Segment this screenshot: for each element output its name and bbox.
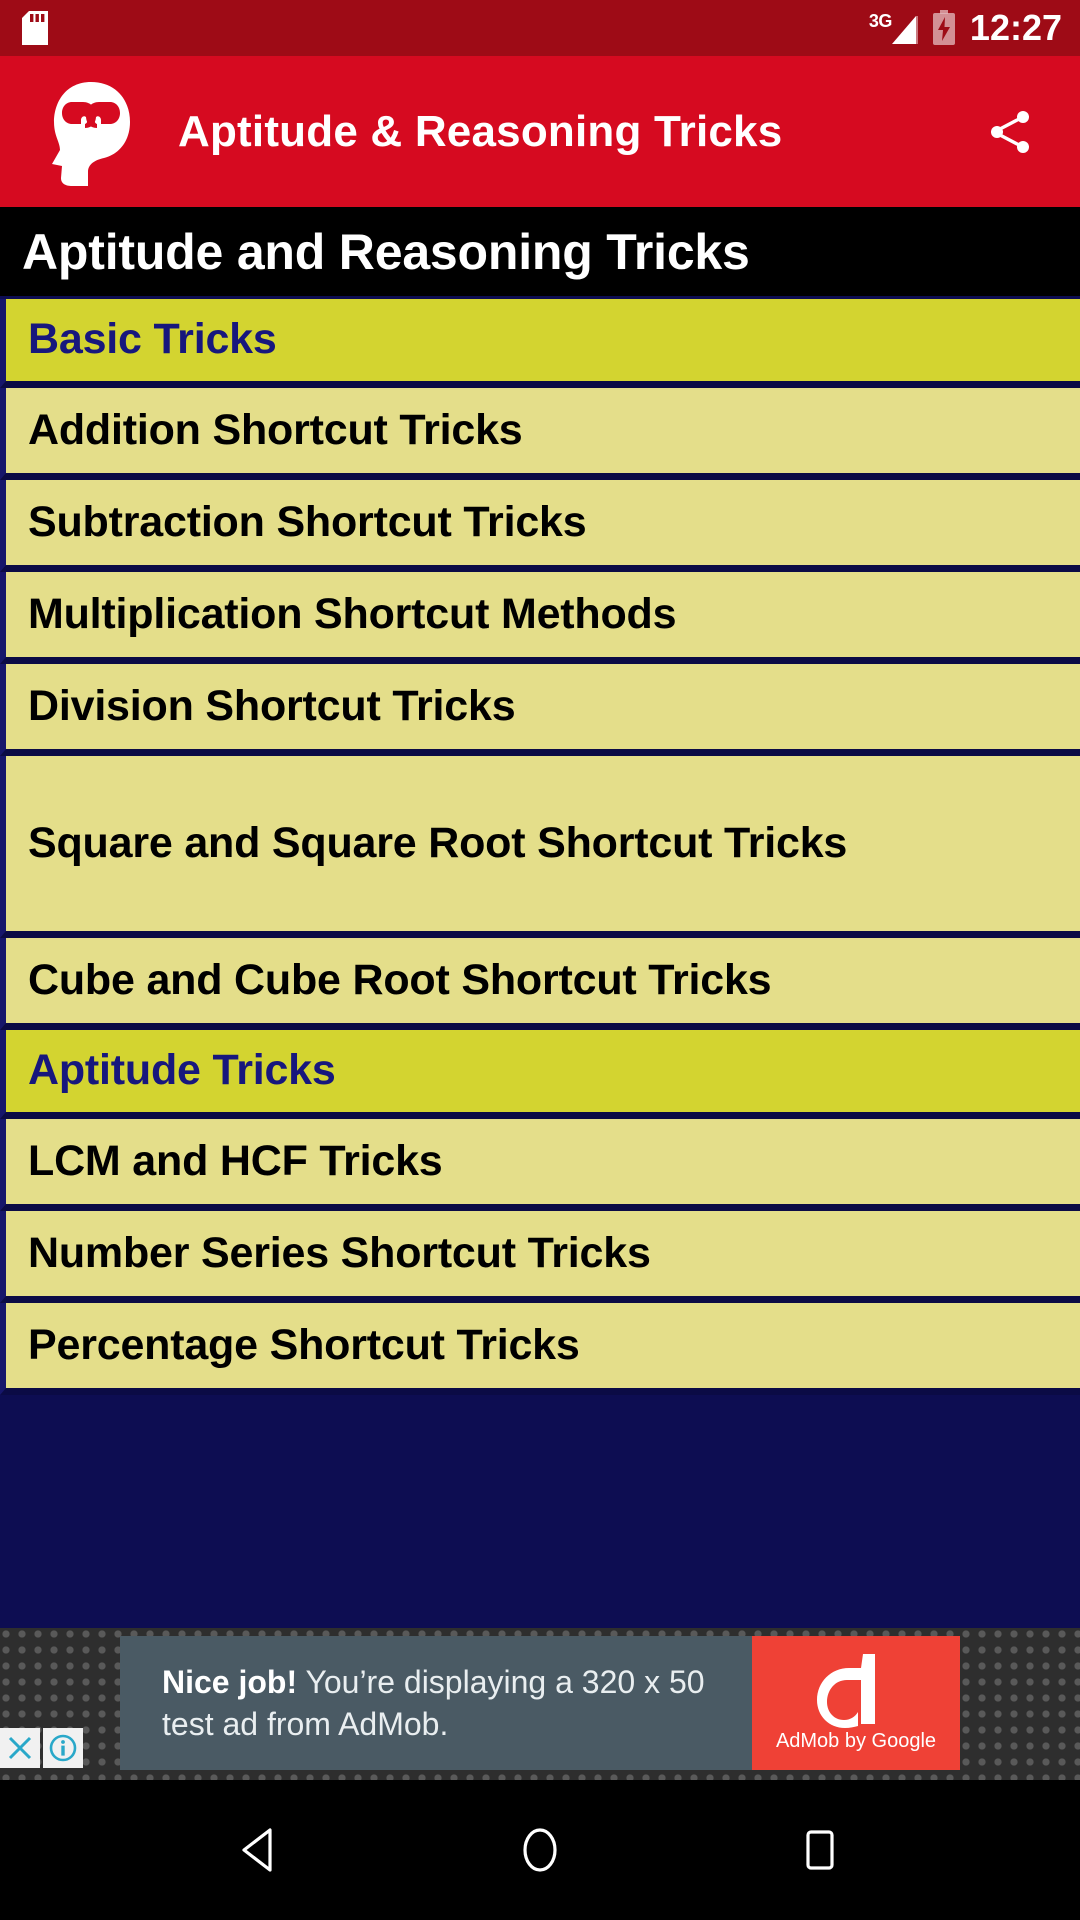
list-item[interactable]: LCM and HCF Tricks (0, 1119, 1080, 1211)
ad-banner[interactable]: Nice job! You’re displaying a 320 x 50 t… (0, 1628, 1080, 1780)
list-item[interactable]: Number Series Shortcut Tricks (0, 1211, 1080, 1303)
status-bar-right: 3G 12:27 (869, 10, 1062, 46)
close-icon[interactable] (0, 1728, 40, 1768)
list-item[interactable]: Multiplication Shortcut Methods (0, 572, 1080, 664)
battery-charging-icon (932, 10, 956, 46)
list-item[interactable]: Addition Shortcut Tricks (0, 388, 1080, 480)
list-item-label: Basic Tricks (28, 315, 277, 364)
info-icon[interactable] (43, 1728, 83, 1768)
tricks-list[interactable]: Basic Tricks Addition Shortcut Tricks Subt… (0, 299, 1080, 1628)
ad-text-panel[interactable]: Nice job! You’re displaying a 320 x 50 t… (120, 1636, 752, 1770)
ad-creative[interactable]: Nice job! You’re displaying a 320 x 50 t… (120, 1636, 960, 1770)
signal-bars-icon: 3G (869, 10, 920, 46)
page-title: Aptitude and Reasoning Tricks (0, 207, 1080, 299)
list-item[interactable]: Percentage Shortcut Tricks (0, 1303, 1080, 1395)
admob-caption: AdMob by Google (775, 1729, 937, 1752)
admob-logo-icon (817, 1650, 895, 1728)
list-item-label: Cube and Cube Root Shortcut Tricks (28, 955, 772, 1004)
status-bar: 3G 12:27 (0, 0, 1080, 56)
list-item-label: Square and Square Root Shortcut Tricks (28, 818, 848, 867)
share-icon[interactable] (982, 103, 1040, 161)
android-nav-bar[interactable] (0, 1780, 1080, 1920)
list-item-label: Number Series Shortcut Tricks (28, 1228, 651, 1277)
app-title: Aptitude & Reasoning Tricks (178, 106, 783, 156)
list-item-label: Division Shortcut Tricks (28, 681, 516, 730)
list-item[interactable]: Square and Square Root Shortcut Tricks (0, 756, 1080, 938)
phone-screen: 3G 12:27 Aptitude & Reasoning Tricks Apt… (0, 0, 1080, 1920)
list-section-header[interactable]: Aptitude Tricks (0, 1030, 1080, 1119)
list-item-label: Subtraction Shortcut Tricks (28, 497, 587, 546)
list-item-label: Percentage Shortcut Tricks (28, 1320, 580, 1369)
list-item-label: Addition Shortcut Tricks (28, 405, 523, 454)
brain-head-logo-icon (48, 76, 134, 188)
list-item[interactable]: Cube and Cube Root Shortcut Tricks (0, 938, 1080, 1030)
sd-card-icon (22, 11, 48, 45)
status-bar-clock: 12:27 (969, 7, 1062, 48)
list-item-label: LCM and HCF Tricks (28, 1136, 443, 1185)
list-item[interactable]: Division Shortcut Tricks (0, 664, 1080, 756)
ad-brand-panel[interactable]: AdMob by Google (752, 1636, 960, 1770)
back-triangle-icon[interactable] (217, 1807, 303, 1893)
recents-square-icon[interactable] (777, 1807, 863, 1893)
ad-copy: Nice job! You’re displaying a 320 x 50 t… (162, 1661, 752, 1745)
list-item-label: Multiplication Shortcut Methods (28, 589, 677, 638)
network-type-label: 3G (868, 11, 893, 31)
list-item-label: Aptitude Tricks (28, 1046, 336, 1095)
ad-headline: Nice job! (162, 1663, 298, 1700)
app-bar: Aptitude & Reasoning Tricks (0, 56, 1080, 207)
ad-controls[interactable] (0, 1728, 83, 1768)
home-circle-icon[interactable] (497, 1807, 583, 1893)
status-bar-left (22, 11, 48, 45)
list-section-header[interactable]: Basic Tricks (0, 299, 1080, 388)
list-item[interactable]: Subtraction Shortcut Tricks (0, 480, 1080, 572)
